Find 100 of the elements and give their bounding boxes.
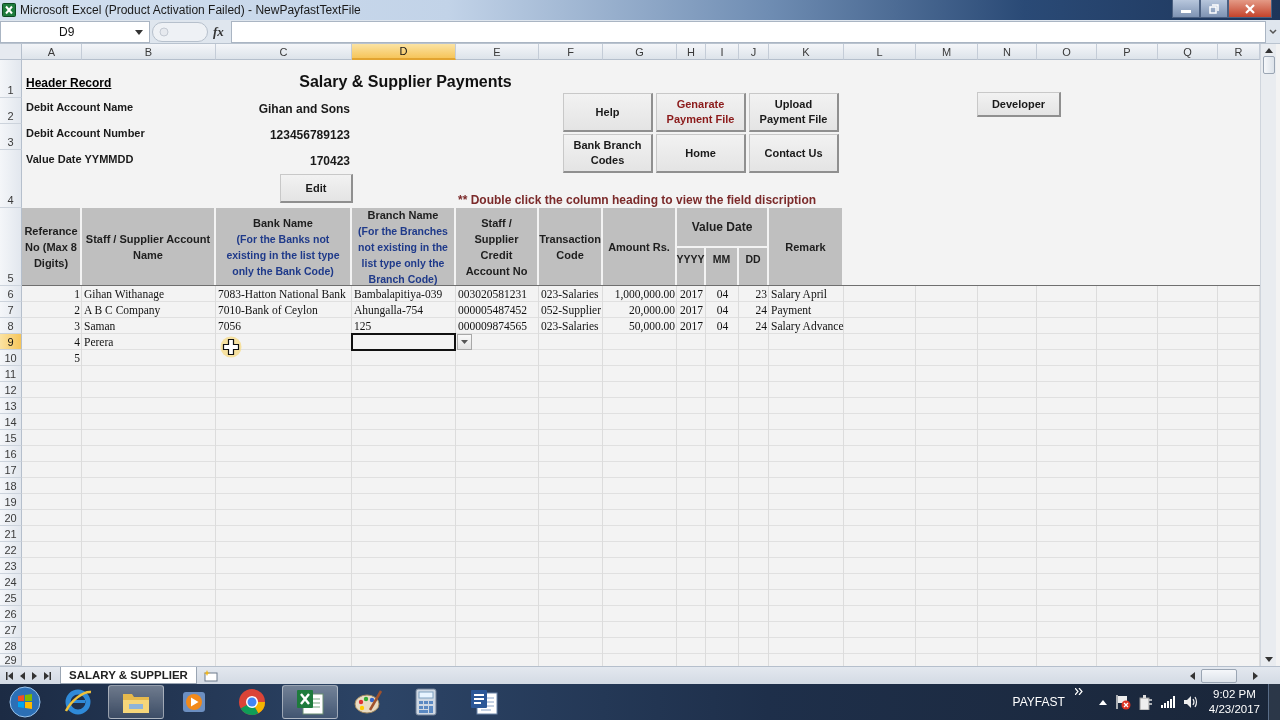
column-header: Staff / Supplier Account Name <box>82 208 216 285</box>
row-header[interactable]: 15 <box>0 430 22 446</box>
column-header[interactable]: B <box>82 44 216 60</box>
column-header[interactable]: I <box>706 44 739 60</box>
formula-input[interactable] <box>230 20 1266 43</box>
macro-button[interactable]: Home <box>656 134 746 173</box>
field-label: Value Date YYMMDD <box>25 152 135 165</box>
insert-function-button[interactable]: fx <box>213 23 224 40</box>
column-header[interactable]: K <box>769 44 844 60</box>
field-value: 170423 <box>309 153 351 168</box>
row-header[interactable]: 5 <box>0 208 22 286</box>
macro-button[interactable]: Genarate Payment File <box>656 93 746 132</box>
row-header[interactable]: 6 <box>0 286 22 302</box>
row-header[interactable]: 20 <box>0 510 22 526</box>
column-header[interactable]: J <box>739 44 769 60</box>
restore-button[interactable] <box>1200 0 1228 18</box>
column-header: Amount Rs. <box>603 208 677 285</box>
developer-button[interactable]: Developer <box>977 92 1061 117</box>
row-header[interactable]: 2 <box>0 98 22 124</box>
macro-button[interactable]: Bank Branch Codes <box>563 134 653 173</box>
chevron-icon[interactable] <box>1074 688 1083 695</box>
row-header[interactable]: 1 <box>0 60 22 98</box>
scroll-down-icon[interactable] <box>1264 657 1273 662</box>
scroll-right-icon[interactable] <box>1253 671 1258 680</box>
show-hidden-icons-icon[interactable] <box>1098 699 1107 705</box>
start-button[interactable] <box>9 686 41 718</box>
row-header[interactable]: 25 <box>0 590 22 606</box>
column-header[interactable]: F <box>539 44 603 60</box>
volume-icon[interactable] <box>1182 695 1199 709</box>
table-cell-text: 7083-Hatton National Bank <box>217 287 347 301</box>
macro-button[interactable]: Upload Payment File <box>749 93 839 132</box>
next-sheet-icon[interactable] <box>32 671 37 680</box>
previous-sheet-icon[interactable] <box>20 671 25 680</box>
row-header[interactable]: 23 <box>0 558 22 574</box>
row-header[interactable]: 27 <box>0 622 22 638</box>
column-header[interactable]: E <box>456 44 539 60</box>
sheet-tab[interactable]: SALARY & SUPPLIER <box>60 667 197 684</box>
toolbar-label[interactable]: PAYFAST <box>1012 695 1065 709</box>
selected-cell[interactable] <box>351 333 456 351</box>
calculator-icon <box>414 688 438 716</box>
column-header[interactable]: G <box>603 44 677 60</box>
scrollbar-thumb[interactable] <box>1262 56 1275 74</box>
column-header[interactable]: A <box>22 44 82 60</box>
column-header[interactable]: C <box>216 44 352 60</box>
column-header: MM <box>706 248 739 285</box>
column-header[interactable]: H <box>677 44 706 60</box>
row-header[interactable]: 22 <box>0 542 22 558</box>
power-plug-icon[interactable] <box>1138 694 1153 710</box>
row-header[interactable]: 4 <box>0 150 22 208</box>
row-header[interactable]: 26 <box>0 606 22 622</box>
scrollbar-thumb[interactable] <box>1201 668 1237 683</box>
expand-icon[interactable] <box>1269 28 1277 35</box>
macro-button[interactable]: Contact Us <box>749 134 839 173</box>
column-header[interactable]: R <box>1218 44 1260 60</box>
row-header[interactable]: 19 <box>0 494 22 510</box>
taskbar-app-button[interactable] <box>108 685 164 719</box>
minimize-button[interactable] <box>1172 0 1200 18</box>
row-header[interactable]: 11 <box>0 366 22 382</box>
row-header[interactable]: 9 <box>0 334 22 350</box>
row-header[interactable]: 24 <box>0 574 22 590</box>
column-header[interactable]: P <box>1097 44 1158 60</box>
name-box[interactable]: D9 <box>0 20 150 43</box>
row-header[interactable]: 28 <box>0 638 22 654</box>
scroll-up-icon[interactable] <box>1264 48 1273 53</box>
row-header[interactable]: 3 <box>0 124 22 150</box>
scroll-left-icon[interactable] <box>1190 671 1195 680</box>
clock[interactable]: 9:02 PM 4/23/2017 <box>1208 687 1260 717</box>
row-header[interactable]: 7 <box>0 302 22 318</box>
edit-button[interactable]: Edit <box>280 174 353 203</box>
row-header[interactable]: 8 <box>0 318 22 334</box>
close-button[interactable] <box>1228 0 1272 18</box>
column-header[interactable]: D <box>352 44 456 60</box>
row-header[interactable]: 21 <box>0 526 22 542</box>
table-cell-text: 023-Salaries <box>540 319 600 333</box>
row-header[interactable]: 17 <box>0 462 22 478</box>
first-sheet-icon[interactable] <box>6 671 13 680</box>
column-header[interactable]: Q <box>1158 44 1218 60</box>
table-cell-text: 20,000.00 <box>628 303 676 317</box>
row-header[interactable]: 18 <box>0 478 22 494</box>
row-header[interactable]: 10 <box>0 350 22 366</box>
row-header[interactable]: 13 <box>0 398 22 414</box>
table-cell-text: 052-Supplier <box>540 303 603 317</box>
column-header[interactable]: N <box>978 44 1037 60</box>
signal-icon[interactable] <box>1160 696 1175 708</box>
flag-warning-icon[interactable] <box>1114 694 1131 710</box>
column-header[interactable]: M <box>916 44 978 60</box>
last-sheet-icon[interactable] <box>44 671 51 680</box>
column-header[interactable]: O <box>1037 44 1097 60</box>
table-cell-text: 000009874565 <box>457 319 528 333</box>
taskbar-app-button[interactable] <box>282 685 338 719</box>
column-header[interactable]: L <box>844 44 916 60</box>
table-cell-text: 04 <box>715 303 730 317</box>
chrome-icon <box>237 687 267 717</box>
dropdown-button[interactable] <box>457 334 472 350</box>
row-header[interactable]: 16 <box>0 446 22 462</box>
row-header[interactable]: 29 <box>0 654 22 666</box>
excel-icon <box>2 3 16 17</box>
row-header[interactable]: 12 <box>0 382 22 398</box>
row-header[interactable]: 14 <box>0 414 22 430</box>
macro-button[interactable]: Help <box>563 93 653 132</box>
